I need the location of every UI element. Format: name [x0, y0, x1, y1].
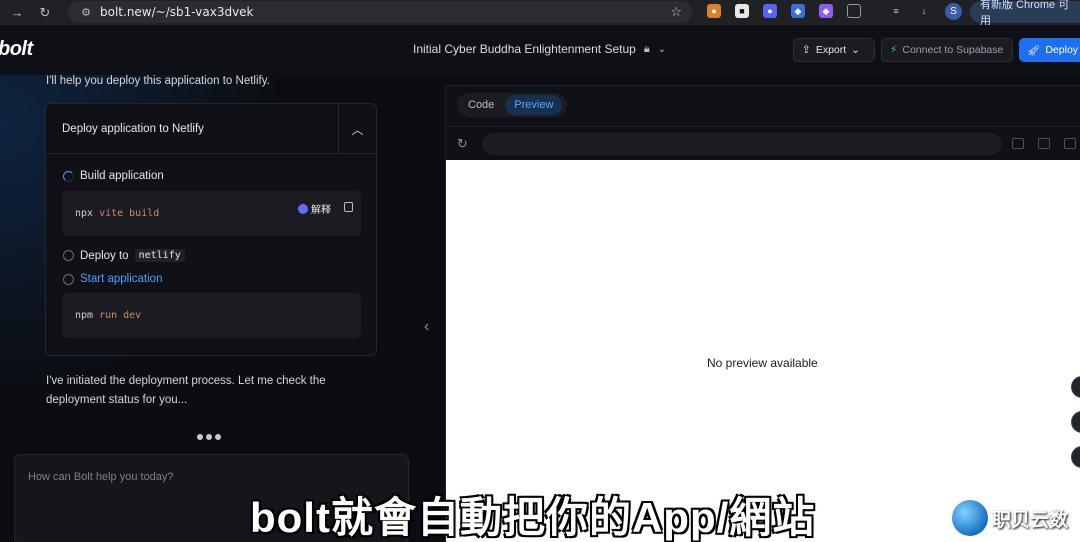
avatar[interactable]: S	[945, 3, 962, 20]
inline-code-tag: netlify	[134, 249, 185, 262]
command: npx	[75, 208, 94, 219]
tab-code[interactable]: Code	[459, 95, 503, 115]
device-icon[interactable]	[1038, 138, 1050, 149]
url-text: bolt.new/~/sb1-vax3dvek	[100, 5, 254, 19]
step-deploy: Deploy to netlify	[63, 249, 185, 262]
fullscreen-icon[interactable]	[1064, 138, 1076, 149]
bookmark-star-icon[interactable]: ☆	[670, 4, 682, 20]
loading-spinner-icon	[63, 170, 74, 182]
collapse-toggle-button[interactable]: ︿	[338, 104, 376, 154]
step-label[interactable]: Start application	[80, 273, 162, 285]
watermark-text: 职贝云数	[992, 509, 1069, 531]
project-title-menu[interactable]: Initial Cyber Buddha Enlightenment Setup…	[413, 42, 666, 56]
copy-icon[interactable]	[344, 202, 353, 212]
share-icon: ⇪	[802, 44, 811, 56]
step-build: Build application	[63, 170, 164, 182]
preview-url-input[interactable]	[482, 133, 1002, 155]
step-label: Deploy to	[80, 249, 129, 262]
pending-circle-icon	[63, 273, 74, 285]
video-subtitle: bolt就會自動把你的App/網站	[250, 494, 816, 541]
assistant-message: I'll help you deploy this application to…	[46, 75, 270, 87]
supabase-label: Connect to Supabase	[902, 44, 1004, 56]
explain-button[interactable]: 解释	[298, 201, 331, 216]
open-external-icon[interactable]	[1012, 138, 1024, 149]
lock-icon: 🔒︎	[643, 42, 650, 55]
export-button[interactable]: ⇪ Export ⌄	[793, 38, 875, 62]
empty-preview-message: No preview available	[707, 356, 818, 370]
reading-list-icon[interactable]: ≡	[889, 4, 903, 18]
deploy-button[interactable]: 🚀︎ Deploy	[1019, 38, 1080, 62]
watermark-logo-icon	[952, 500, 988, 536]
rocket-icon: 🚀︎	[1027, 44, 1041, 57]
extension-icon[interactable]: ◆	[791, 4, 805, 18]
address-bar[interactable]: ⚙ bolt.new/~/sb1-vax3dvek ☆	[68, 1, 692, 23]
assistant-message: I've initiated the deployment process. L…	[46, 375, 326, 406]
extension-icon[interactable]: ●	[763, 4, 777, 18]
refresh-icon[interactable]: ↻	[457, 136, 468, 152]
extensions-puzzle-icon[interactable]	[847, 4, 861, 18]
step-label: Build application	[80, 170, 164, 182]
action-card-header[interactable]: Deploy application to Netlify	[46, 104, 376, 154]
prompt-placeholder: How can Bolt help you today?	[28, 471, 174, 483]
view-tabs: Code Preview	[457, 93, 567, 117]
app-header: bolt Initial Cyber Buddha Enlightenment …	[0, 25, 1080, 75]
chat-panel: I'll help you deploy this application to…	[0, 75, 445, 542]
explain-label: 解释	[311, 205, 331, 216]
bolt-logo[interactable]: bolt	[0, 38, 33, 61]
command-args: run dev	[99, 310, 142, 321]
site-info-icon[interactable]: ⚙	[78, 4, 94, 20]
preview-address-bar: ↻	[446, 126, 1080, 160]
extension-icon[interactable]: ■	[735, 4, 749, 18]
extension-icon[interactable]: ●	[707, 4, 721, 18]
chevron-left-icon[interactable]: ‹	[424, 318, 429, 336]
chevron-down-icon: ⌄	[657, 43, 667, 55]
workbench-panel: Code Preview ↻ No preview available	[445, 85, 1080, 542]
chevron-down-icon: ⌄	[851, 44, 860, 56]
connect-supabase-button[interactable]: ⚡ Connect to Supabase	[881, 38, 1013, 62]
action-card-title: Deploy application to Netlify	[62, 122, 204, 135]
chrome-update-button[interactable]: 有新版 Chrome 可用	[970, 0, 1080, 27]
start-command-block: npm run dev	[62, 293, 361, 338]
export-label: Export	[815, 44, 847, 56]
reload-icon[interactable]: ↻	[34, 2, 56, 24]
forward-icon[interactable]: →	[6, 2, 28, 24]
chevron-up-icon: ︿	[351, 122, 364, 137]
command-args: vite build	[99, 208, 160, 219]
build-command-block: npx vite build 解释	[62, 191, 361, 236]
command: npm	[75, 310, 94, 321]
tab-preview[interactable]: Preview	[505, 95, 563, 115]
watermark: 职贝云数	[952, 500, 1068, 536]
extension-icon[interactable]: ◆	[819, 4, 833, 18]
deploy-action-card: Deploy application to Netlify ︿ Build ap…	[45, 103, 377, 356]
typing-indicator	[197, 434, 221, 440]
supabase-icon: ⚡	[890, 44, 898, 56]
deploy-label: Deploy	[1045, 44, 1079, 56]
step-start: Start application	[63, 273, 162, 285]
ai-icon	[298, 203, 308, 214]
project-title: Initial Cyber Buddha Enlightenment Setup	[413, 42, 636, 56]
browser-toolbar: → ↻ ⚙ bolt.new/~/sb1-vax3dvek ☆ ● ■ ● ◆ …	[0, 0, 1080, 27]
pending-circle-icon	[63, 250, 74, 261]
download-icon[interactable]: ↓	[917, 4, 931, 18]
